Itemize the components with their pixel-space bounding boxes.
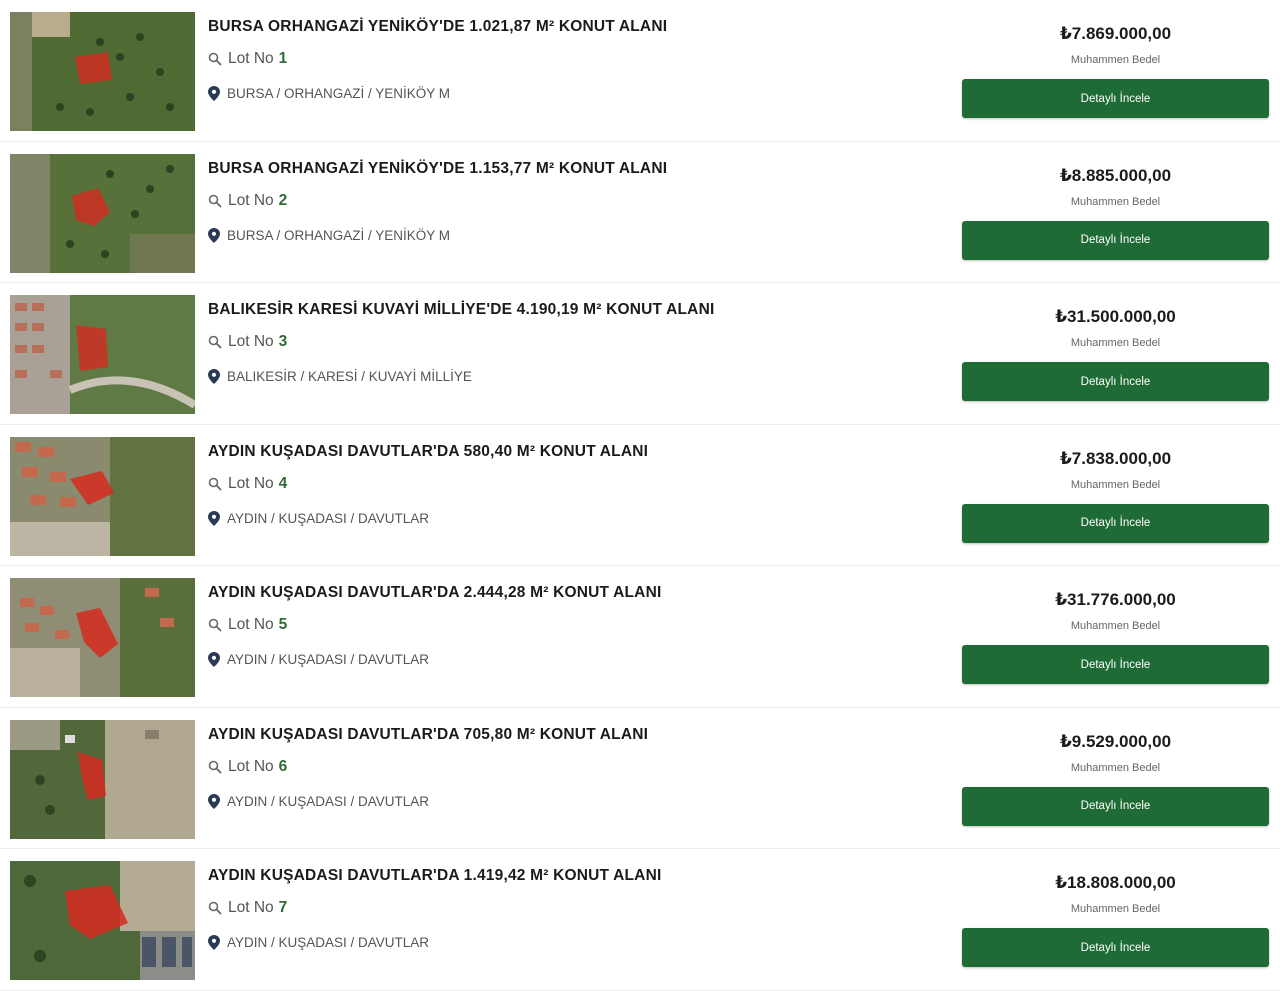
aerial-thumbnail[interactable] (10, 436, 195, 556)
listing-price: ₺8.885.000,00 (1059, 165, 1172, 185)
lot-value: 7 (278, 899, 288, 916)
lot-value: 5 (278, 616, 288, 633)
listing-row: BURSA ORHANGAZİ YENİKÖY'DE 1.021,87 M² K… (0, 0, 1280, 142)
lot-value: 2 (278, 191, 288, 209)
listing-price: ₺7.869.000,00 (1059, 24, 1172, 43)
lot-value: 1 (278, 50, 288, 67)
location-text: AYDIN / KUŞADASI / DAVUTLAR (227, 793, 430, 809)
location-text: BALIKESİR / KARESİ / KUVAYİ MİLLİYE (227, 369, 472, 384)
location-text: BURSA / ORHANGAZİ / YENİKÖY M (227, 227, 451, 243)
location-text: BURSA / ORHANGAZİ / YENİKÖY M (227, 86, 451, 101)
lot-value: 6 (278, 757, 288, 775)
lot-value: 4 (278, 474, 288, 492)
location-pin-icon (208, 227, 220, 243)
listing-title[interactable]: AYDIN KUŞADASI DAVUTLAR'DA 705,80 M² KON… (208, 726, 648, 744)
aerial-thumbnail[interactable] (10, 578, 195, 697)
listing-location: AYDIN / KUŞADASI / DAVUTLAR (208, 935, 429, 950)
price-label: Muhammen Bedel (1070, 195, 1161, 208)
listing-price: ₺9.529.000,00 (1059, 731, 1172, 751)
search-icon (208, 52, 222, 66)
location-pin-icon (208, 652, 220, 667)
listing-row: BURSA ORHANGAZİ YENİKÖY'DE 1.153,77 M² K… (0, 142, 1280, 283)
price-label: Muhammen Bedel (1070, 761, 1161, 774)
lot-number: Lot No 7 (208, 899, 287, 917)
search-icon (208, 335, 222, 349)
lot-number: Lot No 6 (208, 758, 287, 776)
detail-button[interactable]: Detaylı İncele (962, 928, 1269, 967)
detail-button[interactable]: Detaylı İncele (962, 645, 1269, 684)
search-icon (208, 194, 222, 208)
detail-button[interactable]: Detaylı İncele (962, 503, 1269, 543)
location-pin-icon (208, 935, 220, 950)
search-icon (208, 477, 222, 491)
detail-button[interactable]: Detaylı İncele (962, 79, 1269, 118)
search-icon (208, 618, 222, 632)
lot-number: Lot No 2 (208, 192, 287, 210)
lot-number: Lot No 4 (208, 475, 287, 493)
lot-prefix: Lot No (228, 333, 274, 350)
listing-location: AYDIN / KUŞADASI / DAVUTLAR (208, 510, 430, 526)
listing-row: AYDIN KUŞADASI DAVUTLAR'DA 580,40 M² KON… (0, 425, 1280, 566)
listing-title[interactable]: AYDIN KUŞADASI DAVUTLAR'DA 2.444,28 M² K… (208, 584, 661, 602)
listing-price: ₺31.776.000,00 (1055, 590, 1176, 609)
lot-prefix: Lot No (228, 474, 274, 492)
lot-value: 3 (278, 333, 288, 350)
listing-row: AYDIN KUŞADASI DAVUTLAR'DA 1.419,42 M² K… (0, 849, 1280, 991)
lot-prefix: Lot No (228, 191, 274, 209)
price-label: Muhammen Bedel (1070, 478, 1161, 491)
listing-price: ₺18.808.000,00 (1055, 873, 1176, 892)
location-pin-icon (208, 86, 220, 101)
listing-title[interactable]: BURSA ORHANGAZİ YENİKÖY'DE 1.153,77 M² K… (208, 160, 667, 178)
listing-title[interactable]: BURSA ORHANGAZİ YENİKÖY'DE 1.021,87 M² K… (208, 18, 667, 36)
lot-prefix: Lot No (228, 899, 274, 916)
detail-button[interactable]: Detaylı İncele (962, 786, 1269, 826)
aerial-thumbnail[interactable] (10, 861, 195, 980)
listing-location: BALIKESİR / KARESİ / KUVAYİ MİLLİYE (208, 369, 472, 384)
listing-list: BURSA ORHANGAZİ YENİKÖY'DE 1.021,87 M² K… (0, 0, 1280, 991)
listing-row: BALIKESİR KARESİ KUVAYİ MİLLİYE'DE 4.190… (0, 283, 1280, 425)
aerial-thumbnail[interactable] (10, 295, 195, 414)
listing-title[interactable]: AYDIN KUŞADASI DAVUTLAR'DA 580,40 M² KON… (208, 443, 648, 461)
aerial-thumbnail[interactable] (10, 719, 195, 839)
location-pin-icon (208, 793, 220, 809)
location-text: AYDIN / KUŞADASI / DAVUTLAR (227, 510, 430, 526)
listing-location: AYDIN / KUŞADASI / DAVUTLAR (208, 793, 430, 809)
detail-button[interactable]: Detaylı İncele (962, 220, 1269, 260)
listing-title[interactable]: AYDIN KUŞADASI DAVUTLAR'DA 1.419,42 M² K… (208, 867, 661, 885)
lot-number: Lot No 5 (208, 616, 287, 634)
price-label: Muhammen Bedel (1070, 337, 1161, 349)
listing-row: AYDIN KUŞADASI DAVUTLAR'DA 705,80 M² KON… (0, 708, 1280, 849)
price-label: Muhammen Bedel (1070, 903, 1161, 915)
aerial-thumbnail[interactable] (10, 153, 195, 273)
listing-title[interactable]: BALIKESİR KARESİ KUVAYİ MİLLİYE'DE 4.190… (208, 301, 714, 319)
listing-row: AYDIN KUŞADASI DAVUTLAR'DA 2.444,28 M² K… (0, 566, 1280, 708)
location-pin-icon (208, 510, 220, 526)
listing-price: ₺31.500.000,00 (1055, 307, 1176, 326)
location-pin-icon (208, 369, 220, 384)
detail-button[interactable]: Detaylı İncele (962, 362, 1269, 401)
lot-number: Lot No 1 (208, 50, 287, 68)
listing-price: ₺7.838.000,00 (1059, 448, 1172, 468)
listing-location: BURSA / ORHANGAZİ / YENİKÖY M (208, 86, 450, 101)
location-text: AYDIN / KUŞADASI / DAVUTLAR (227, 652, 430, 667)
lot-prefix: Lot No (228, 616, 274, 633)
listing-location: BURSA / ORHANGAZİ / YENİKÖY M (208, 227, 451, 243)
aerial-thumbnail[interactable] (10, 12, 195, 131)
search-icon (208, 760, 222, 774)
lot-number: Lot No 3 (208, 333, 287, 351)
price-label: Muhammen Bedel (1070, 54, 1161, 66)
lot-prefix: Lot No (228, 757, 274, 775)
lot-prefix: Lot No (228, 50, 274, 67)
listing-location: AYDIN / KUŞADASI / DAVUTLAR (208, 652, 429, 667)
location-text: AYDIN / KUŞADASI / DAVUTLAR (227, 935, 430, 950)
price-label: Muhammen Bedel (1070, 620, 1161, 632)
search-icon (208, 901, 222, 915)
